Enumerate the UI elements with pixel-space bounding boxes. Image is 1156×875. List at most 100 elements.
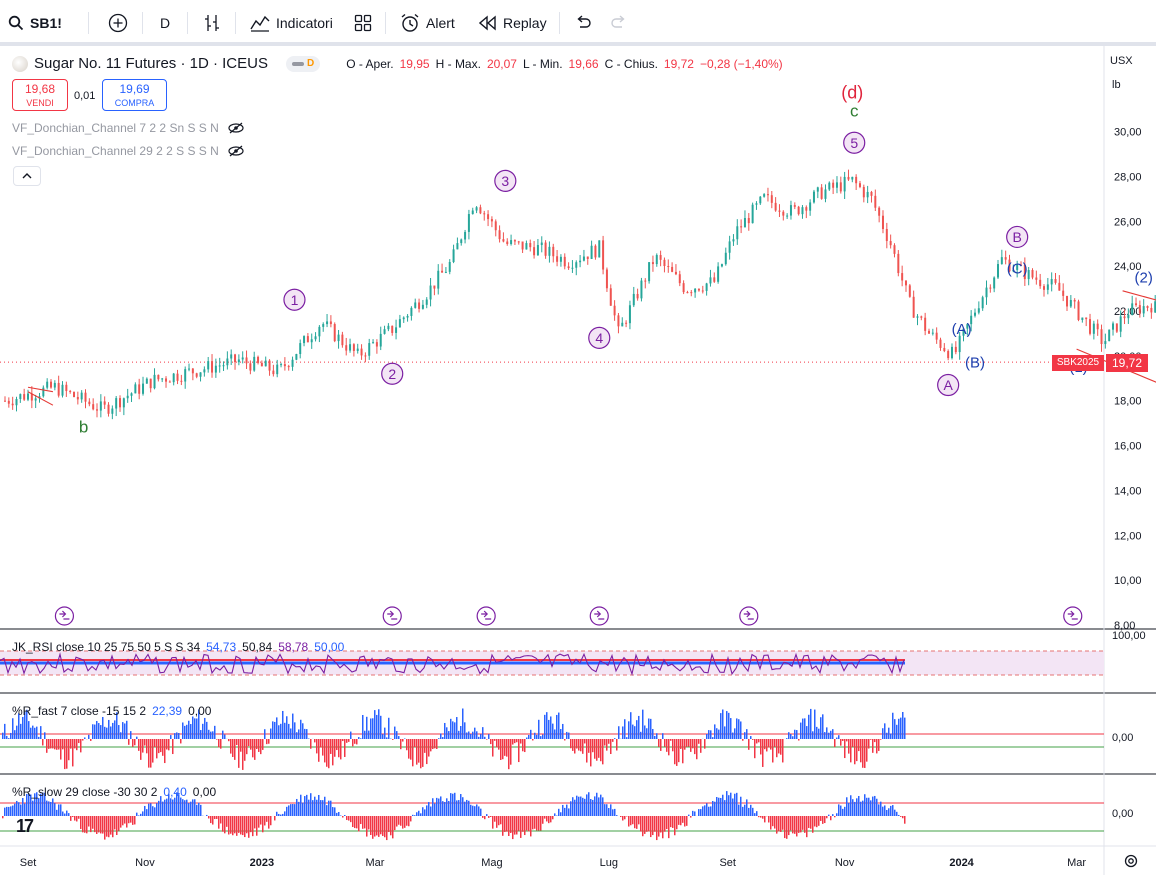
rslow-bar [224,816,226,834]
rfast-bar [386,737,388,739]
rslow-bar [738,804,740,816]
rslow-bar [358,816,360,832]
candle-body [897,253,900,274]
candle-body [747,218,750,224]
rslow-bar [382,816,384,836]
eye-crossed-icon[interactable] [227,122,245,134]
rfast-bar [690,739,692,752]
rfast-bar [684,739,686,750]
x-tick-label: Mar [366,857,385,869]
rfast-bar [318,739,320,762]
rslow-bar [228,816,230,835]
symbol-search-button[interactable]: SB1! [8,8,62,38]
rfast-bar [200,730,202,739]
rfast-bar [680,739,682,749]
rslow-bar [182,799,184,816]
market-status[interactable]: D [285,55,321,72]
chart-area[interactable]: 30,0028,0026,0024,0022,0020,0018,0016,00… [0,46,1156,875]
rslow-bar [100,816,102,834]
rslow-bar [428,802,430,816]
indicator-legend-2[interactable]: VF_Donchian_Channel 29 2 2 S S S N [12,144,245,158]
rfast-bar [30,727,32,739]
candle-body [640,280,643,299]
rfast-bar [228,739,230,742]
chart-type-button[interactable] [203,8,221,38]
collapse-legend-button[interactable] [13,166,41,186]
layouts-button[interactable] [354,8,372,38]
rfast-legend[interactable]: %R_fast 7 close -15 15 2 22,39 0,00 [12,704,211,718]
rslow-bar [328,800,330,816]
rslow-bar [68,813,70,816]
rslow-bar [262,816,264,833]
rslow-bar [520,816,522,838]
rfast-bar [866,739,868,762]
buy-button[interactable]: 19,69 COMPRA [102,79,167,111]
rslow-bar [742,806,744,816]
candle-body [559,256,562,262]
rfast-bar [450,718,452,739]
candle-body [314,336,317,340]
rfast-bar [62,739,64,750]
replay-button[interactable]: Replay [479,8,547,38]
rslow-bar [752,807,754,816]
rfast-bar [60,739,62,760]
candle-body [889,241,892,246]
alert-button[interactable]: Alert [400,8,455,38]
rfast-bar [874,739,876,743]
candle-body [870,191,873,196]
rfast-bar [258,739,260,752]
currency-label[interactable]: USX [1110,55,1133,67]
rfast-bar [472,731,474,739]
rslow-bar [540,816,542,831]
candle-body [809,202,812,211]
rfast-bar [148,739,150,768]
rslow-bar [532,816,534,830]
rfast-bar [758,739,760,743]
rslow-legend[interactable]: %R_slow 29 close -30 30 2 0,40 0,00 [12,785,216,799]
interval-button[interactable]: D [160,8,170,38]
chart-canvas[interactable]: 30,0028,0026,0024,0022,0020,0018,0016,00… [0,46,1156,875]
redo-button[interactable] [610,8,628,38]
compare-add-button[interactable] [108,8,128,38]
eye-crossed-icon[interactable] [227,145,245,157]
rfast-bar [782,739,784,763]
rfast-bar [766,739,768,752]
rfast-bar [350,731,352,739]
rfast-bar [210,731,212,739]
gear-icon[interactable] [1122,852,1140,870]
candle-body [556,256,559,262]
rslow-bar [422,807,424,816]
indicators-button[interactable]: Indicatori [250,8,333,38]
rfast-bar [106,727,108,739]
rfast-bar [176,732,178,739]
candles-group [3,169,1156,420]
rslow-bar [186,799,188,816]
undo-button[interactable] [574,8,592,38]
rslow-bar [226,816,228,827]
candle-body [1138,305,1141,314]
candle-body [50,381,53,388]
candle-body [352,344,355,351]
rslow-bar [122,816,124,826]
candle-body [1123,316,1126,319]
unit-label[interactable]: lb [1112,79,1121,91]
rfast-bar [482,727,484,739]
rslow-bar [426,805,428,816]
sell-button[interactable]: 19,68 VENDI [12,79,68,111]
indicator-legend-1[interactable]: VF_Donchian_Channel 7 2 2 Sn S S N [12,121,245,135]
rfast-bar [442,737,444,739]
rfast-bar [850,739,852,763]
rfast-bar [294,722,296,739]
candle-body [15,398,18,406]
rslow-bar [522,816,524,832]
y-tick-label: 30,00 [1114,127,1142,139]
wave-label: b [79,418,88,437]
candle-body [778,210,781,212]
candle-body [134,384,137,394]
candle-body [801,207,804,215]
rfast-bar [876,739,878,754]
candle-body [138,384,141,394]
rsi-legend[interactable]: JK_RSI close 10 25 75 50 5 S S 34 54,73 … [12,640,344,654]
rslow-bar [630,816,632,826]
rfast-bar [704,739,706,749]
